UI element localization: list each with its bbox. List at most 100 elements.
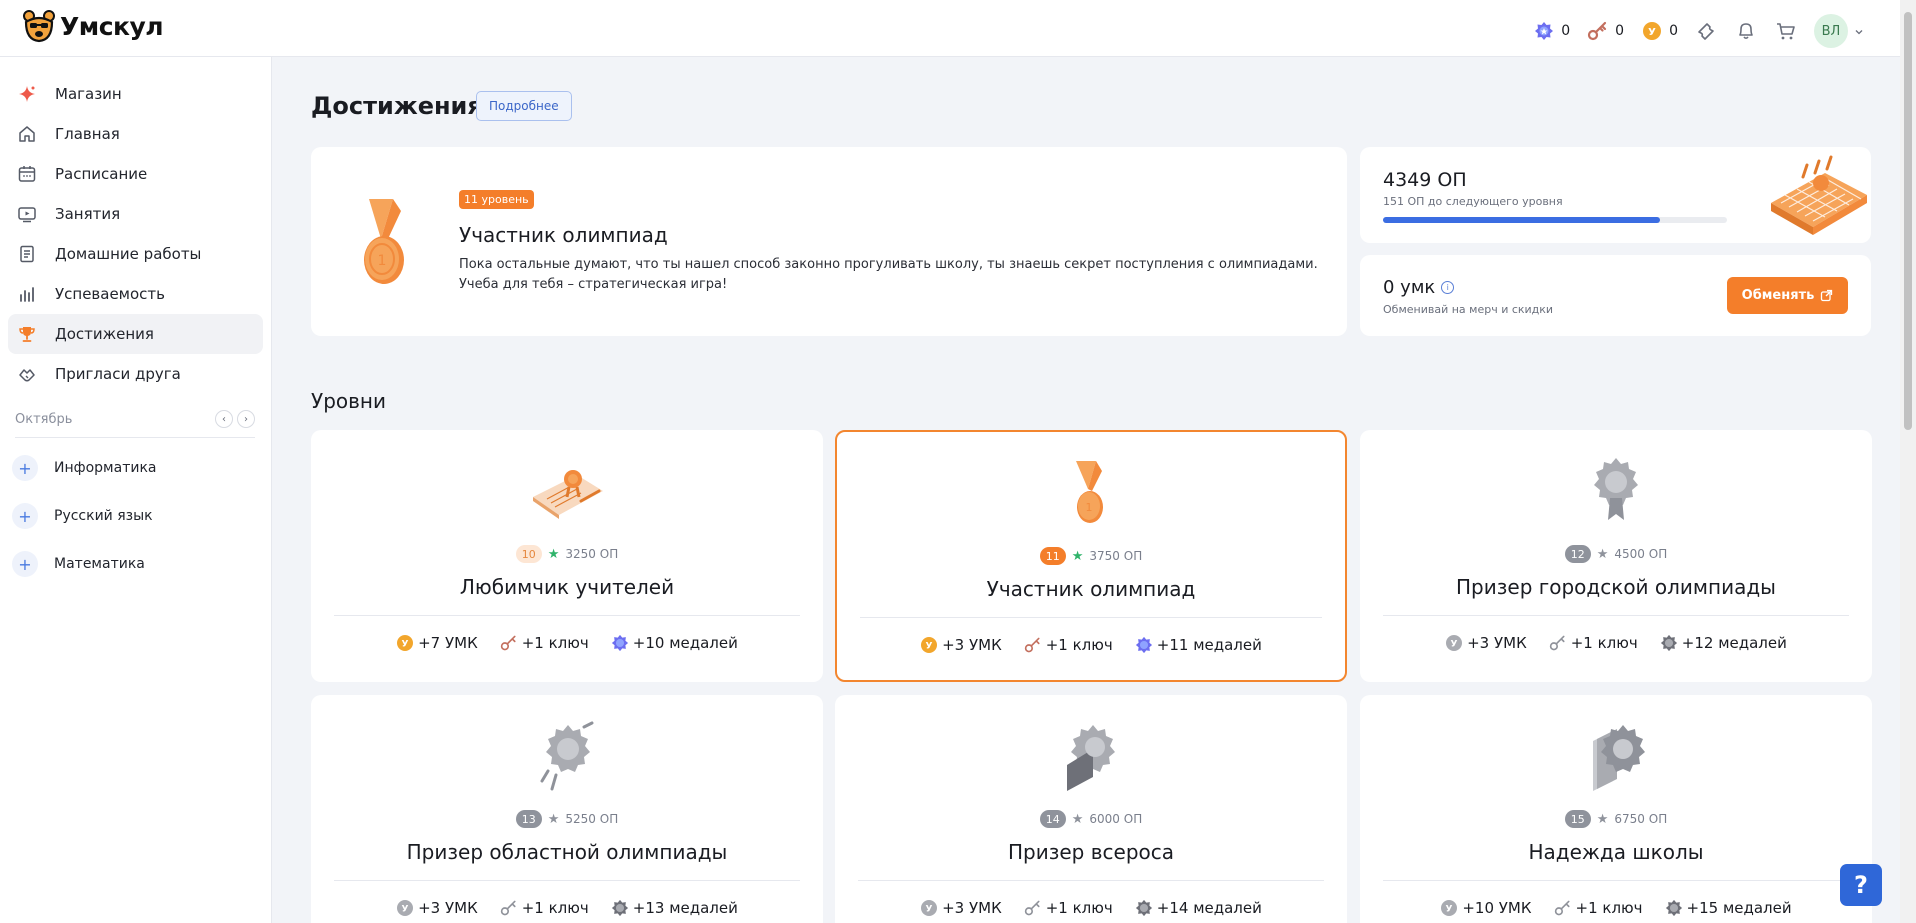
- level-op: 6000 ОП: [1089, 812, 1143, 826]
- level-number-badge: 12: [1564, 545, 1591, 563]
- bell-icon[interactable]: [1734, 19, 1758, 43]
- info-icon[interactable]: i: [1441, 281, 1455, 294]
- cart-icon[interactable]: [1774, 19, 1798, 43]
- svg-text:У: У: [402, 640, 409, 650]
- calendar-icon: [16, 163, 38, 185]
- header-actions: 0 0 У 0 ВЛ: [1532, 14, 1864, 48]
- sidebar-item-lessons[interactable]: Занятия: [8, 194, 263, 234]
- divider: [858, 880, 1324, 881]
- more-button[interactable]: Подробнее: [476, 91, 572, 121]
- sidebar-item-label: Главная: [55, 125, 120, 143]
- svg-text:У: У: [1451, 640, 1458, 650]
- svg-text:У: У: [926, 905, 933, 915]
- star-icon: ★: [1071, 548, 1084, 564]
- level-op: 3250 ОП: [565, 547, 619, 561]
- month-selector: Октябрь ‹ ›: [15, 407, 255, 431]
- trophy-icon: [16, 323, 38, 345]
- sidebar-item-homework[interactable]: Домашние работы: [8, 234, 263, 274]
- level-card[interactable]: 12 ★ 4500 ОП Призер городской олимпиады …: [1360, 430, 1872, 682]
- subject-informatics[interactable]: + Информатика: [12, 453, 156, 483]
- external-link-icon: [1821, 289, 1833, 302]
- subject-russian[interactable]: + Русский язык: [12, 501, 153, 531]
- umk-hint: Обменивай на мерч и скидки: [1383, 303, 1554, 316]
- umk-counter[interactable]: У 0: [1640, 19, 1678, 43]
- level-card[interactable]: 15 ★ 6750 ОП Надежда школы У +10 УМК +1 к…: [1360, 695, 1872, 923]
- sidebar-item-progress[interactable]: Успеваемость: [8, 274, 263, 314]
- medals-count: 0: [1561, 23, 1571, 39]
- level-badge: 11 уровень: [459, 190, 534, 209]
- reward-umk: У +3 УМК: [396, 899, 478, 917]
- level-meta: 14 ★ 6000 ОП: [835, 810, 1347, 828]
- stats-icon: [16, 283, 38, 305]
- medal-icon: [611, 634, 629, 652]
- next-month-button[interactable]: ›: [237, 410, 255, 428]
- reward-key: +1 ключ: [1024, 636, 1113, 654]
- logo-text: Умскул: [60, 11, 164, 41]
- sidebar-item-achievements[interactable]: Достижения: [8, 314, 263, 354]
- reward-umk: У +10 УМК: [1440, 899, 1532, 917]
- sidebar: Магазин Главная Расписание Занятия Домаш…: [0, 57, 272, 923]
- exchange-button-label: Обменять: [1741, 288, 1815, 303]
- medal-icon: [1135, 636, 1153, 654]
- homework-icon: [16, 243, 38, 265]
- sidebar-item-invite[interactable]: Пригласи друга: [8, 354, 263, 394]
- level-card[interactable]: 13 ★ 5250 ОП Призер областной олимпиады …: [311, 695, 823, 923]
- subject-math[interactable]: + Математика: [12, 549, 145, 579]
- level-description: Пока остальные думают, что ты нашел спос…: [459, 257, 1318, 292]
- ticket-icon[interactable]: [1694, 19, 1718, 43]
- handshake-icon: [16, 363, 38, 385]
- reward-key: +1 ключ: [1554, 899, 1643, 917]
- bear-logo-icon: [23, 10, 55, 43]
- medal-icon: [1135, 899, 1153, 917]
- keys-counter[interactable]: 0: [1586, 19, 1624, 43]
- medal-icon: 1: [1051, 454, 1131, 534]
- op-card: 4349 ОП 151 ОП до следующего уровня: [1360, 147, 1871, 243]
- level-card-current[interactable]: 1 11 ★ 3750 ОП Участник олимпиад У +3 УМК…: [835, 430, 1347, 682]
- gear-medal-icon: [1576, 452, 1656, 532]
- divider: [15, 437, 255, 438]
- sidebar-item-label: Домашние работы: [55, 245, 202, 263]
- level-name: Призер областной олимпиады: [406, 840, 728, 864]
- reward-medals: +11 медалей: [1135, 636, 1262, 654]
- medal-icon: [1532, 19, 1556, 43]
- key-icon: [500, 634, 518, 652]
- medals-counter[interactable]: 0: [1532, 19, 1570, 43]
- plus-icon: +: [12, 551, 38, 577]
- medal-icon: [1665, 899, 1683, 917]
- scrollbar[interactable]: [1900, 0, 1916, 923]
- logo[interactable]: Умскул: [22, 9, 164, 43]
- level-name: Призер всероса: [1008, 840, 1174, 864]
- reward-umk: У +3 УМК: [920, 636, 1002, 654]
- star-icon: ★: [547, 546, 560, 562]
- exchange-button[interactable]: Обменять: [1727, 277, 1848, 314]
- reward-medals: +12 медалей: [1660, 634, 1787, 652]
- level-rewards: У +10 УМК +1 ключ +15 медалей: [1360, 899, 1872, 917]
- level-name: Призер городской олимпиады: [1456, 575, 1776, 599]
- help-button[interactable]: ?: [1840, 864, 1882, 906]
- divider: [1383, 615, 1849, 616]
- umk-coin-icon: У: [1640, 19, 1664, 43]
- user-menu[interactable]: ВЛ: [1814, 14, 1864, 48]
- sidebar-item-label: Магазин: [55, 85, 122, 103]
- level-rewards: У +3 УМК +1 ключ +13 медалей: [311, 899, 823, 917]
- page-title: Достижения: [311, 92, 483, 120]
- umk-coin-icon: У: [1445, 634, 1463, 652]
- umk-coin-icon: У: [920, 899, 938, 917]
- umk-balance: 0 умк i: [1383, 277, 1455, 298]
- prev-month-button[interactable]: ‹: [215, 410, 233, 428]
- key-icon: [1024, 899, 1042, 917]
- month-label: Октябрь: [15, 411, 73, 427]
- level-number-badge: 14: [1039, 810, 1066, 828]
- level-card[interactable]: 14 ★ 6000 ОП Призер всероса У +3 УМК +1 к…: [835, 695, 1347, 923]
- sidebar-item-shop[interactable]: Магазин: [8, 74, 263, 114]
- level-op: 6750 ОП: [1614, 812, 1668, 826]
- reward-medals: +15 медалей: [1665, 899, 1792, 917]
- levels-title: Уровни: [311, 389, 386, 413]
- divider: [860, 617, 1322, 618]
- sidebar-item-schedule[interactable]: Расписание: [8, 154, 263, 194]
- video-icon: [16, 203, 38, 225]
- level-card[interactable]: 10 ★ 3250 ОП Любимчик учителей У +7 УМК +…: [311, 430, 823, 682]
- scrollbar-thumb[interactable]: [1904, 12, 1912, 430]
- sidebar-item-label: Расписание: [55, 165, 148, 183]
- sidebar-item-home[interactable]: Главная: [8, 114, 263, 154]
